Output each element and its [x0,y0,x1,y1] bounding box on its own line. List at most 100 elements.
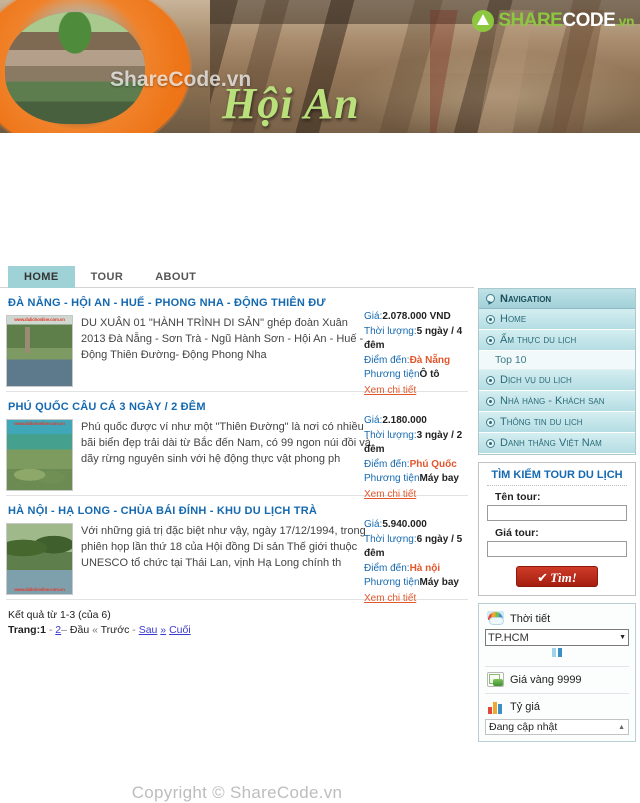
sidebar-item-thong-tin-du-lich[interactable]: Thông tin du lịch [479,412,635,433]
search-panel-title: TÌM KIẾM TOUR DU LỊCH [487,469,627,486]
sidebar-subitem-top10[interactable]: Top 10 [479,351,635,370]
pager-next[interactable]: Sau [139,624,158,636]
gold-price-icon [487,672,504,687]
brand-code-text: CODE [562,10,616,31]
gold-price-row: Giá vàng 9999 [485,670,629,690]
exchange-rate-label: Tỷ giá [510,700,540,713]
tour-transport-row: Phương tiệnMáy bay [364,472,470,487]
tour-meta: Giá:2.180.000 Thời lượng:3 ngày / 2 đêm … [364,414,470,502]
tour-destination-row: Điểm đến:Hà nội [364,562,470,577]
sharecode-logo: SHARECODE.vn [472,10,634,32]
sidebar-item-home[interactable]: Home [479,309,635,330]
weather-city-value: TP.HCM [488,631,529,644]
bullet-icon [486,314,495,324]
pager-dash: – [61,624,67,636]
price-label: Giá: [364,415,383,426]
tour-thumbnail[interactable]: www.dulichonline.com.vn [6,419,73,491]
pager-prev[interactable]: Trước [101,624,130,636]
duration-label: Thời lượng: [364,325,417,337]
scroll-up-icon[interactable]: ▲ [618,720,625,735]
tour-listing: ĐÀ NẴNG - HỘI AN - HUẾ - PHONG NHA - ĐỘN… [0,288,474,396]
sidebar-item-dich-vu-du-lich[interactable]: Dịch vụ du lịch [479,370,635,391]
sidebar-item-am-thuc-du-lich[interactable]: Ẩm thực du lịch [479,330,635,351]
duration-label: Thời lượng: [364,533,417,545]
search-submit-button[interactable]: ✔ Tìm! [516,566,598,587]
destination-label: Điểm đến: [364,354,410,366]
pager-last[interactable]: Cuối [169,624,191,636]
brand-share-text: SHARE [498,10,563,31]
thumbnail-watermark: www.dulichonline.com.vn [14,421,65,426]
tour-transport-row: Phương tiệnMáy bay [364,576,470,591]
tour-name-input[interactable] [487,505,627,521]
thumbnail-watermark: www.dulichonline.com.vn [14,587,65,592]
pager-dot-2: - [132,624,136,636]
destination-value: Phú Quốc [409,458,457,470]
main-nav-tabs: HOME TOUR ABOUT [0,266,474,288]
sharecode-recycle-icon [472,10,495,32]
tab-tour[interactable]: TOUR [75,266,140,288]
exchange-rate-status-text: Đang cập nhật [489,720,558,733]
info-widget-panel: Thời tiết TP.HCM ▼ Giá vàng 9999 Tỷ giá … [478,603,636,742]
sharecode-wordmark: SHARECODE.vn [498,10,634,32]
tour-name-label: Tên tour: [495,491,541,503]
bullet-icon [486,375,495,385]
pager-raquo[interactable]: » [160,624,166,636]
tour-duration-row: Thời lượng:6 ngày / 5 đêm [364,533,470,562]
weather-row: Thời tiết [485,609,629,629]
duration-label: Thời lượng: [364,429,417,441]
bar-chart-icon [487,699,504,714]
sidebar-item-danh-thang-viet-nam[interactable]: Danh thắng Việt Nam [479,433,635,454]
tour-price-input[interactable] [487,541,627,557]
weather-icon [487,611,504,626]
pager-label: Trang: [8,624,41,636]
transport-value: Máy bay [419,577,459,588]
price-label: Giá: [364,519,383,530]
bullet-icon [486,438,495,448]
tab-about[interactable]: ABOUT [139,266,212,288]
tour-thumbnail[interactable]: www.dulichonline.com.vn [6,315,73,387]
price-value: 2.078.000 VND [382,311,451,322]
hero-orange-circle [0,0,190,133]
tour-price-row: Giá:2.180.000 [364,414,470,429]
checkmark-icon: ✔ [537,571,549,586]
transport-label: Phương tiện [364,577,420,588]
price-value: 5.940.000 [382,519,427,530]
hero-title: Hội An [222,79,360,128]
sidebar-item-label: Home [500,312,527,325]
navigation-header: Navigation [479,289,635,313]
tour-price-row: Giá:5.940.000 [364,518,470,533]
transport-value: Ô tô [419,369,440,380]
loader-bar [552,648,556,657]
results-count: Kết quả từ 1-3 (của 6) [8,609,111,621]
tour-description: DU XUÂN 01 "HÀNH TRÌNH DI SẢN" ghép đoàn… [81,317,364,361]
tour-detail-link[interactable]: Xem chi tiết [364,592,416,607]
tour-description: Với những giá trị đặc biệt như vậy, ngày… [81,525,366,569]
tour-price-label: Giá tour: [495,527,539,539]
transport-value: Máy bay [419,473,459,484]
pager-laquo: « [92,624,98,636]
transport-label: Phương tiện [364,369,420,380]
weather-city-select[interactable]: TP.HCM ▼ [485,629,629,646]
tour-duration-row: Thời lượng:5 ngày / 4 đêm [364,325,470,354]
main-column: HOME TOUR ABOUT ĐÀ NẴNG - HỘI AN - HUẾ - P… [0,266,474,802]
brand-vn-text: .vn [615,13,634,29]
destination-value: Hà nội [409,562,441,574]
destination-value: Đà Nẵng [409,354,451,366]
tab-home[interactable]: HOME [8,266,75,288]
tour-destination-row: Điểm đến:Phú Quốc [364,458,470,473]
weather-label: Thời tiết [510,612,551,625]
bullet-icon [486,396,495,406]
tour-meta: Giá:5.940.000 Thời lượng:6 ngày / 5 đêm … [364,518,470,606]
tour-thumbnail[interactable]: www.dulichonline.com.vn [6,523,73,595]
price-value: 2.180.000 [382,415,427,426]
tour-transport-row: Phương tiệnÔ tô [364,368,470,383]
loader-bar [558,648,562,657]
sidebar-item-nha-hang-khach-san[interactable]: Nhà hàng - Khách sạn [479,391,635,412]
thumbnail-watermark: www.dulichonline.com.vn [14,317,65,322]
exchange-rate-row: Tỷ giá [485,697,629,717]
pager-first[interactable]: Đầu [70,624,89,636]
exchange-rate-status[interactable]: Đang cập nhật ▲ [485,719,629,735]
weather-loading-indicator [485,646,629,663]
arrow-right-icon [486,293,495,313]
widget-divider [485,666,629,667]
